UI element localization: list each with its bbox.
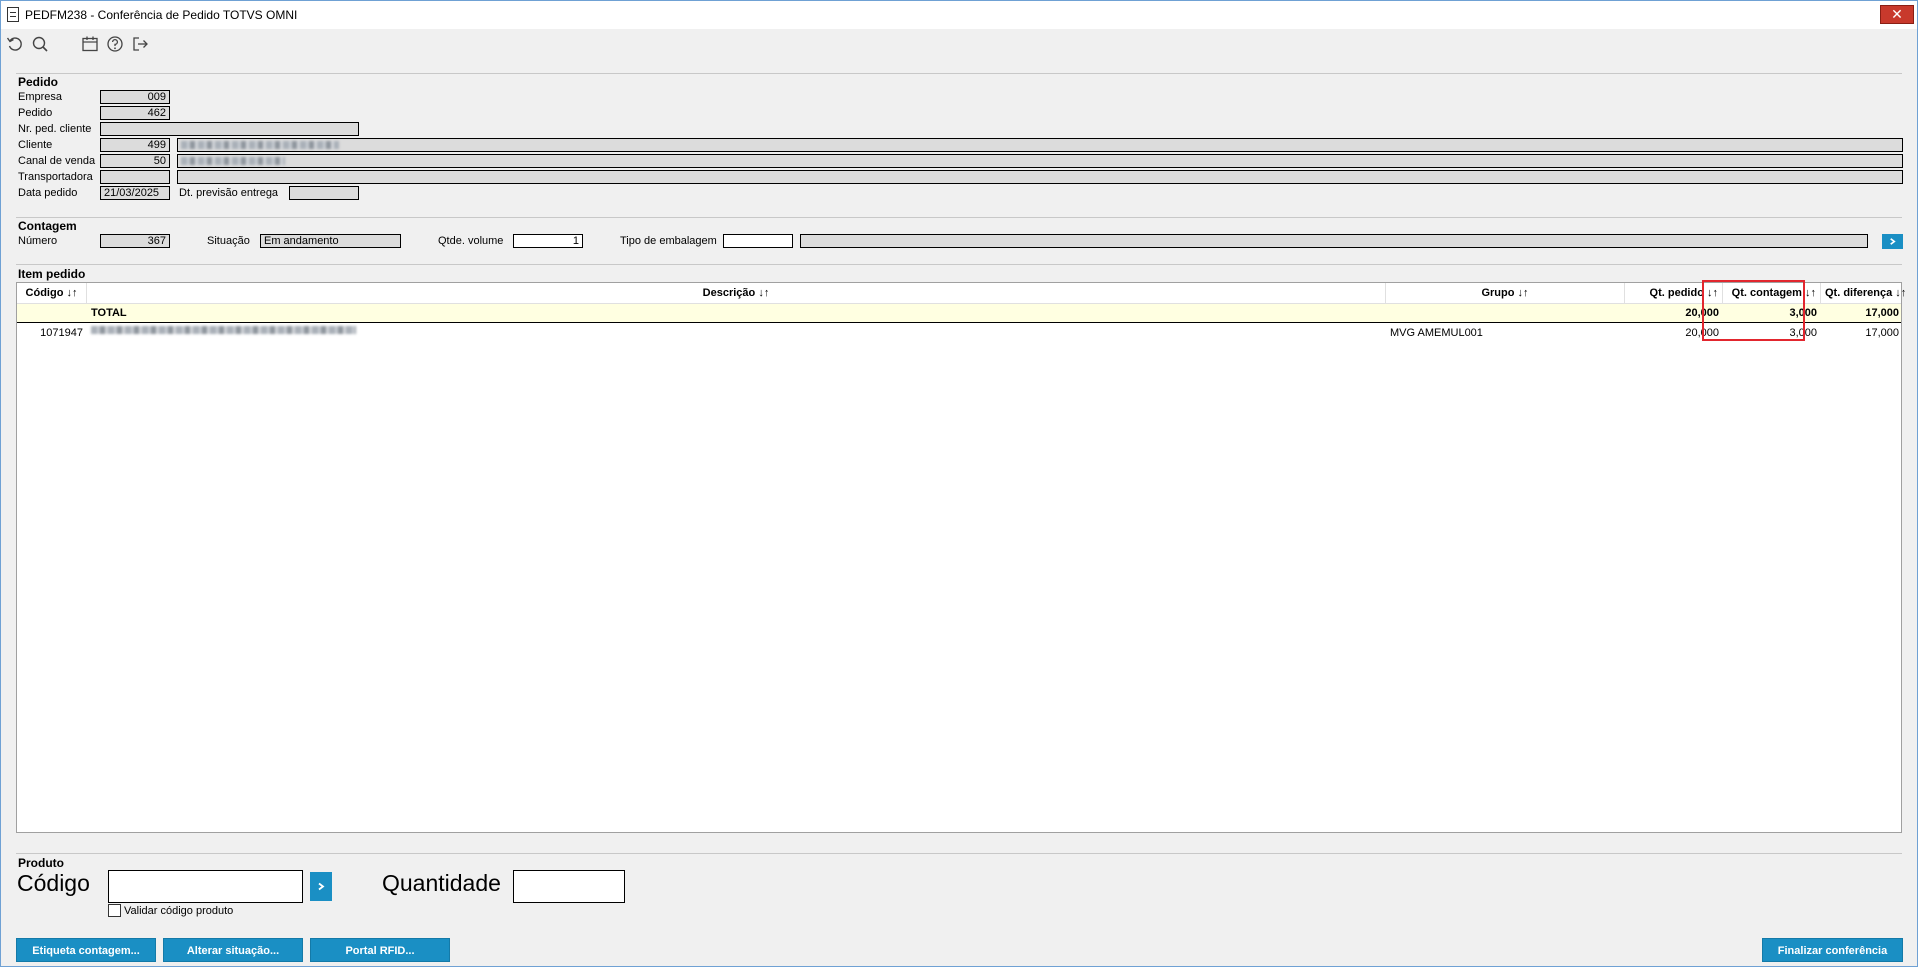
row-codigo: 1071947 [40,327,83,339]
transportadora-code-field[interactable] [100,170,170,184]
total-qt-diferenca: 17,000 [1865,307,1899,319]
tipo-embalagem-label: Tipo de embalagem [620,235,717,247]
toolbar [1,29,1917,59]
canal-venda-label: Canal de venda [18,155,96,167]
table-row[interactable]: 1071947 MVG AMEMUL001 20,000 3,000 17,00… [17,324,1901,343]
item-pedido-divider [16,264,1902,265]
finalizar-conferencia-button[interactable]: Finalizar conferência [1762,938,1903,962]
empresa-label: Empresa [18,91,63,103]
transportadora-label: Transportadora [18,171,93,183]
codigo-label: Código [17,870,90,896]
canal-venda-code-field[interactable]: 50 [100,154,170,168]
data-pedido-field[interactable]: 21/03/2025 [100,186,170,200]
situacao-label: Situação [207,235,250,247]
codigo-go-button[interactable] [310,872,332,901]
nr-ped-cliente-label: Nr. ped. cliente [18,123,92,135]
dt-previsao-label: Dt. previsão entrega [179,187,279,199]
data-pedido-label: Data pedido [18,187,78,199]
quantidade-input[interactable] [513,870,625,903]
tipo-embalagem-desc-field [800,234,1868,248]
transportadora-name-field [177,170,1903,184]
situacao-field: Em andamento [260,234,401,248]
exit-icon[interactable] [130,34,150,54]
item-pedido-section-title: Item pedido [18,267,86,281]
calendar-icon[interactable] [80,34,100,54]
validar-codigo-label: Validar código produto [124,905,234,917]
help-icon[interactable] [105,34,125,54]
close-button[interactable]: ✕ [1880,5,1914,24]
search-icon[interactable] [30,34,50,54]
contagem-section-title: Contagem [18,219,77,233]
row-descricao [87,324,1386,343]
codigo-input[interactable] [108,870,303,903]
dt-previsao-field[interactable] [289,186,359,200]
pedido-field[interactable]: 462 [100,106,170,120]
col-qt-diferenca[interactable]: Qt. diferença ↓↑ [1821,283,1906,304]
qtde-volume-input[interactable]: 1 [513,234,583,248]
numero-field: 367 [100,234,170,248]
refresh-icon[interactable] [5,34,25,54]
total-row: TOTAL 20,000 3,000 17,000 [17,304,1901,323]
redacted-text [91,326,356,334]
quantidade-label: Quantidade [382,870,501,896]
grid-header: Código ↓↑ Descrição ↓↑ Grupo ↓↑ Qt. pedi… [17,283,1906,304]
empresa-field[interactable]: 009 [100,90,170,104]
pedido-section-title: Pedido [18,75,59,89]
row-qt-diferenca: 17,000 [1865,327,1899,339]
tipo-embalagem-go-button[interactable] [1882,234,1903,249]
total-label: TOTAL [91,307,127,319]
cliente-label: Cliente [18,139,53,151]
chevron-right-icon [1890,238,1896,245]
qtde-volume-label: Qtde. volume [438,235,504,247]
window-title: PEDFM238 - Conferência de Pedido TOTVS O… [25,8,298,22]
title-bar: PEDFM238 - Conferência de Pedido TOTVS O… [1,1,1917,29]
row-grupo: MVG AMEMUL001 [1390,327,1483,339]
portal-rfid-button[interactable]: Portal RFID... [310,938,450,962]
produto-section-title: Produto [18,856,64,870]
pedido-divider [16,73,1902,74]
alterar-situacao-button[interactable]: Alterar situação... [163,938,303,962]
etiqueta-contagem-button[interactable]: Etiqueta contagem... [16,938,156,962]
redacted-text [181,141,339,149]
redacted-text [181,157,285,165]
contagem-divider [16,217,1902,218]
col-grupo[interactable]: Grupo ↓↑ [1386,283,1625,304]
col-descricao[interactable]: Descrição ↓↑ [87,283,1386,304]
canal-venda-name-field [177,154,1903,168]
cliente-name-field [177,138,1903,152]
tipo-embalagem-input[interactable] [723,234,793,248]
col-codigo[interactable]: Código ↓↑ [17,283,87,304]
nr-ped-cliente-field[interactable] [100,122,359,136]
app-icon [7,7,19,22]
numero-label: Número [18,235,58,247]
chevron-right-icon [318,882,325,891]
qt-contagem-highlight [1702,280,1805,341]
cliente-code-field[interactable]: 499 [100,138,170,152]
validar-codigo-checkbox[interactable] [108,904,121,917]
items-grid[interactable]: Código ↓↑ Descrição ↓↑ Grupo ↓↑ Qt. pedi… [16,282,1906,833]
pedido-label: Pedido [18,107,53,119]
produto-divider [16,853,1902,854]
